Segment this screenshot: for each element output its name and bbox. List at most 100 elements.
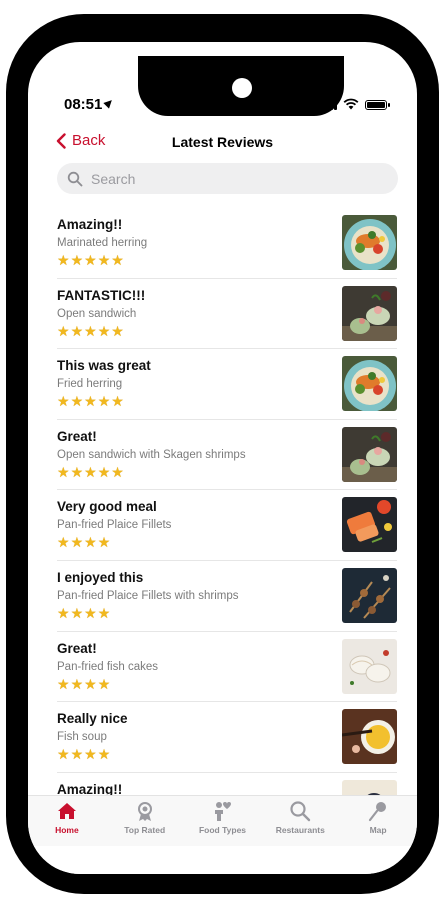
star-icon: ★ [84,322,97,339]
star-rating: ★★★★ [57,535,110,549]
star-icon: ★ [57,322,70,339]
star-icon: ★ [111,322,124,339]
review-dish-name: Marinated herring [57,237,148,249]
camera-icon [232,78,252,98]
review-title: This was great [57,358,151,374]
food-thumbnail [342,497,397,553]
page-title: Latest Reviews [171,134,274,150]
search-icon [289,800,311,822]
star-icon: ★ [57,252,70,268]
star-icon: ★ [70,252,84,268]
tab-home[interactable]: Home [28,796,106,846]
review-dish-name: Open sandwich with Skagen shrimps [57,448,246,461]
star-icon: ★ [97,604,111,621]
star-icon: ★ [57,393,70,410]
tab-label: Top Rated [124,825,166,835]
review-list-item[interactable]: Very good meal Pan-fried Plaice Fillets ★ ★… [57,490,397,561]
review-dish-name: Fish soup [57,731,107,744]
star-icon: ★ [70,534,84,551]
review-title: Great! [57,428,97,444]
tab-label: Map [369,825,387,835]
star-icon: ★ [84,746,97,763]
phone-frame: 08:51 Back Latest Reviews Search Amazing… [6,14,439,894]
star-rating: ★ ★ ★ ★ ★ [57,465,124,479]
food-thumbnail [342,638,397,694]
star-rating: ★ ★ ★ ★ ★ [57,253,124,267]
star-icon: ★ [70,604,84,621]
star-icon: ★ [84,393,97,410]
search-input[interactable] [89,169,353,188]
star-icon: ★ [97,252,111,268]
star-icon: ★ [57,675,70,692]
star-icon: ★ [57,604,70,621]
food-thumbnail [342,567,397,623]
star-rating: ★ ★ ★ ★ ★ [57,394,124,408]
star-icon: ★ [97,675,111,692]
status-time: 08:51 [64,96,116,113]
tab-label: Food Types [198,825,247,835]
star-icon: ★ [97,322,111,339]
review-list-item[interactable]: Great! Pan-fried fish cakes ★ ★ ★ ★ [57,632,397,703]
star-rating: ★★★★ [57,747,110,761]
navigation-bar: Back Latest Reviews [28,130,417,158]
star-icon: ★ [57,463,70,480]
star-icon: ★ [70,746,84,763]
star-icon: ★ [97,393,111,410]
review-dish-name: Open sandwich [57,307,137,320]
status-time-text: 08:51 [64,96,103,113]
review-title: Really nice [57,711,128,727]
food-thumbnail [342,356,397,412]
star-icon: ★ [70,322,84,339]
star-icon: ★ [111,463,124,480]
review-list-item[interactable]: Great! Open sandwich with Skagen shrimps ★… [57,420,397,491]
star-rating: ★ ★ ★ ★ ★ [57,324,124,338]
star-icon: ★ [84,252,97,268]
review-title: Very good meal [57,499,157,515]
food-thumbnail [342,285,397,341]
home-indicator-area [28,846,417,874]
tab-map[interactable]: Map [339,796,417,846]
tab-label: Home [55,825,79,835]
review-list: Amazing!! Marinated herring ★ ★ ★ ★ ★ FANTASTIC… [28,208,417,842]
star-icon: ★ [111,393,124,410]
review-list-item[interactable]: This was great Fried herring ★ ★ ★ ★ ★ [57,349,397,420]
star-icon: ★ [84,463,97,480]
review-title: Amazing!! [57,217,123,232]
award-icon [134,800,156,822]
review-title: I enjoyed this [57,569,144,585]
star-icon: ★ [70,675,84,692]
search-icon [67,171,83,186]
home-icon [56,800,78,822]
review-list-item[interactable]: Amazing!! Marinated herring ★ ★ ★ ★ ★ [57,208,397,279]
star-icon: ★ [70,393,84,410]
star-icon: ★ [57,534,70,551]
review-list-item[interactable]: I enjoyed this Pan-fried Plaice Fillets w… [57,561,397,632]
map-pin-icon [367,800,389,822]
star-icon: ★ [111,252,124,268]
star-icon: ★ [97,534,111,551]
tab-food-types[interactable]: Food Types [184,796,262,846]
review-title: Great! [57,640,97,656]
star-icon: ★ [70,463,84,480]
star-icon: ★ [84,604,97,621]
screen: 08:51 Back Latest Reviews Search Amazing… [28,42,417,874]
tab-label: Restaurants [275,825,325,835]
star-icon: ★ [84,534,97,551]
review-dish-name: Pan-fried Plaice Fillets [57,519,172,532]
review-list-item[interactable]: FANTASTIC!!! Open sandwich ★ ★ ★ ★ ★ [57,279,397,350]
food-thumbnail [342,215,397,270]
star-rating: ★★★★ [57,677,110,691]
review-dish-name: Pan-fried fish cakes [57,660,158,673]
review-title: FANTASTIC!!! [57,287,146,303]
review-dish-name: Fried herring [57,378,123,391]
review-list-item[interactable]: Really nice Fish soup ★ ★ ★ ★ [57,702,397,773]
search-bar[interactable] [57,163,398,194]
review-dish-name: Pan-fried Plaice Fillets with shrimps [57,589,239,602]
star-icon: ★ [57,746,70,763]
tab-bar: Home Top Rated Food Types Restaurants Map [28,795,417,846]
tab-top-rated[interactable]: Top Rated [106,796,184,846]
food-thumbnail [342,426,397,482]
food-thumbnail [342,709,397,765]
battery-icon [365,100,390,110]
tab-restaurants[interactable]: Restaurants [261,796,339,846]
